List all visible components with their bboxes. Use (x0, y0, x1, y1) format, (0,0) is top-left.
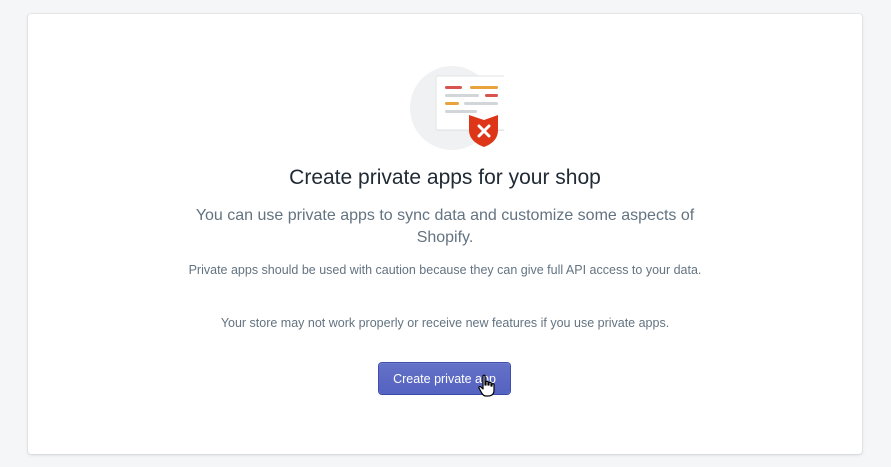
private-app-illustration-icon (410, 66, 504, 150)
subtitle-text: You can use private apps to sync data an… (195, 207, 695, 246)
page-title: Create private apps for your shop (289, 166, 601, 189)
empty-state-card: Create private apps for your shop You ca… (28, 14, 862, 454)
warning-text: Your store may not work properly or rece… (220, 316, 670, 330)
caution-text: Private apps should be used with caution… (188, 263, 702, 277)
hand-pointer-cursor-icon (478, 374, 495, 397)
